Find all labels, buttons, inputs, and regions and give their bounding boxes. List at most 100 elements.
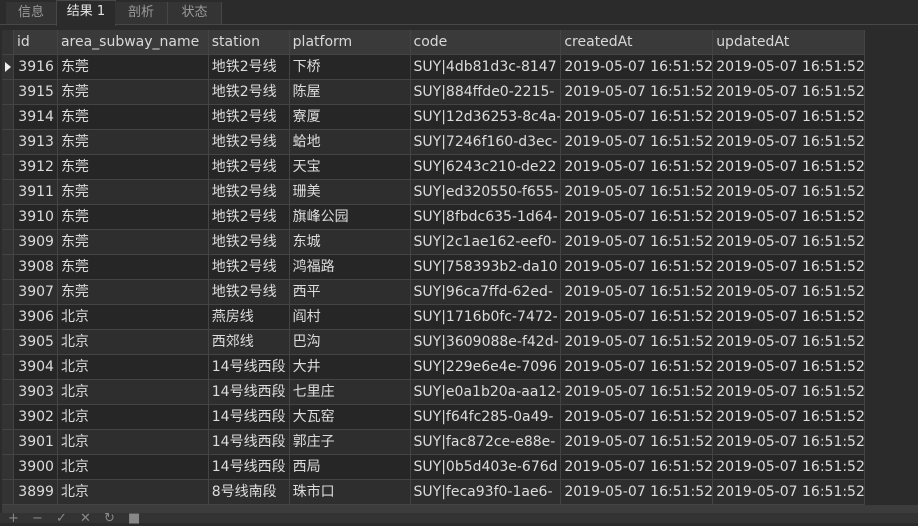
cell-code[interactable]: SUY|ed320550-f655-	[410, 180, 562, 205]
cell-code[interactable]: SUY|3609088e-f42d-	[410, 330, 562, 355]
cell-id[interactable]: 3911	[13, 180, 58, 205]
cell-id[interactable]: 3904	[13, 355, 58, 380]
cell-area-subway-name[interactable]: 北京	[57, 455, 209, 480]
cell-created-at[interactable]: 2019-05-07 16:51:52	[561, 255, 714, 280]
cell-created-at[interactable]: 2019-05-07 16:51:52	[561, 130, 714, 155]
row-indicator[interactable]	[2, 380, 14, 405]
cell-code[interactable]: SUY|2c1ae162-eef0-	[410, 230, 562, 255]
cell-station[interactable]: 14号线西段	[208, 405, 290, 430]
row-indicator[interactable]	[2, 355, 14, 380]
cell-area-subway-name[interactable]: 北京	[57, 430, 209, 455]
row-indicator[interactable]	[2, 330, 14, 355]
cell-area-subway-name[interactable]: 东莞	[57, 55, 209, 80]
table-row[interactable]: 3909 东莞 地铁2号线 东城 SUY|2c1ae162-eef0- 2019-05-0…	[2, 230, 866, 255]
cell-area-subway-name[interactable]: 东莞	[57, 80, 209, 105]
cell-code[interactable]: SUY|8fbdc635-1d64-	[410, 205, 562, 230]
cell-code[interactable]: SUY|884ffde0-2215-	[410, 80, 562, 105]
cell-created-at[interactable]: 2019-05-07 16:51:52	[561, 430, 714, 455]
cell-updated-at[interactable]: 2019-05-07 16:51:52	[713, 380, 866, 405]
cell-updated-at[interactable]: 2019-05-07 16:51:52	[713, 430, 866, 455]
row-indicator[interactable]	[2, 405, 14, 430]
table-row[interactable]: 3916 东莞 地铁2号线 下桥 SUY|4db81d3c-8147 2019-05-07…	[2, 55, 866, 80]
row-indicator[interactable]	[2, 80, 14, 105]
refresh-icon[interactable]: ↻	[104, 511, 115, 526]
cell-updated-at[interactable]: 2019-05-07 16:51:52	[713, 130, 866, 155]
cell-area-subway-name[interactable]: 东莞	[57, 155, 209, 180]
cell-created-at[interactable]: 2019-05-07 16:51:52	[561, 305, 714, 330]
cell-code[interactable]: SUY|96ca7ffd-62ed-	[410, 280, 562, 305]
cell-updated-at[interactable]: 2019-05-07 16:51:52	[713, 105, 866, 130]
row-indicator[interactable]	[2, 430, 14, 455]
table-row[interactable]: 3905 北京 西郊线 巴沟 SUY|3609088e-f42d- 2019-05-07 …	[2, 330, 866, 355]
table-row[interactable]: 3911 东莞 地铁2号线 珊美 SUY|ed320550-f655- 2019-05-0…	[2, 180, 866, 205]
cell-id[interactable]: 3903	[13, 380, 58, 405]
cell-platform[interactable]: 巴沟	[289, 330, 411, 355]
cell-station[interactable]: 地铁2号线	[208, 155, 290, 180]
cell-station[interactable]: 地铁2号线	[208, 55, 290, 80]
row-indicator[interactable]	[2, 130, 14, 155]
table-row[interactable]: 3900 北京 14号线西段 西局 SUY|0b5d403e-676d 2019-05-0…	[2, 455, 866, 480]
cell-area-subway-name[interactable]: 东莞	[57, 205, 209, 230]
cell-id[interactable]: 3900	[13, 455, 58, 480]
cell-id[interactable]: 3913	[13, 130, 58, 155]
tab-profile[interactable]: 剖析	[115, 2, 168, 24]
cell-area-subway-name[interactable]: 东莞	[57, 230, 209, 255]
table-row[interactable]: 3904 北京 14号线西段 大井 SUY|229e6e4e-7096 2019-05-0…	[2, 355, 866, 380]
table-row[interactable]: 3907 东莞 地铁2号线 西平 SUY|96ca7ffd-62ed- 2019-05-0…	[2, 280, 866, 305]
cell-station[interactable]: 地铁2号线	[208, 255, 290, 280]
cell-area-subway-name[interactable]: 北京	[57, 330, 209, 355]
cell-id[interactable]: 3914	[13, 105, 58, 130]
cell-station[interactable]: 地铁2号线	[208, 180, 290, 205]
cell-area-subway-name[interactable]: 北京	[57, 480, 209, 505]
row-indicator[interactable]	[2, 305, 14, 330]
tab-result-1[interactable]: 结果 1	[56, 0, 116, 26]
column-header-created-at[interactable]: createdAt	[561, 30, 714, 55]
cell-area-subway-name[interactable]: 东莞	[57, 180, 209, 205]
row-indicator[interactable]	[2, 230, 14, 255]
cell-platform[interactable]: 西局	[289, 455, 411, 480]
cell-platform[interactable]: 郭庄子	[289, 430, 411, 455]
cell-station[interactable]: 8号线南段	[208, 480, 290, 505]
cell-created-at[interactable]: 2019-05-07 16:51:52	[561, 405, 714, 430]
cell-updated-at[interactable]: 2019-05-07 16:51:52	[713, 305, 866, 330]
cell-station[interactable]: 14号线西段	[208, 430, 290, 455]
cell-id[interactable]: 3915	[13, 80, 58, 105]
cell-platform[interactable]: 鸿福路	[289, 255, 411, 280]
stop-icon[interactable]: ■	[128, 511, 140, 526]
cell-station[interactable]: 地铁2号线	[208, 130, 290, 155]
cell-platform[interactable]: 寮厦	[289, 105, 411, 130]
cell-id[interactable]: 3912	[13, 155, 58, 180]
cell-platform[interactable]: 旗峰公园	[289, 205, 411, 230]
cell-platform[interactable]: 珊美	[289, 180, 411, 205]
cell-station[interactable]: 地铁2号线	[208, 80, 290, 105]
cell-code[interactable]: SUY|fac872ce-e88e-	[410, 430, 562, 455]
cell-updated-at[interactable]: 2019-05-07 16:51:52	[713, 180, 866, 205]
cell-platform[interactable]: 下桥	[289, 55, 411, 80]
table-row[interactable]: 3912 东莞 地铁2号线 天宝 SUY|6243c210-de22 2019-05-07…	[2, 155, 866, 180]
cell-created-at[interactable]: 2019-05-07 16:51:52	[561, 230, 714, 255]
table-row[interactable]: 3914 东莞 地铁2号线 寮厦 SUY|12d36253-8c4a- 2019-05-0…	[2, 105, 866, 130]
cell-created-at[interactable]: 2019-05-07 16:51:52	[561, 205, 714, 230]
cell-platform[interactable]: 蛤地	[289, 130, 411, 155]
cell-platform[interactable]: 珠市口	[289, 480, 411, 505]
column-header-id[interactable]: id	[13, 30, 58, 55]
cell-code[interactable]: SUY|f64fc285-0a49-	[410, 405, 562, 430]
cell-code[interactable]: SUY|6243c210-de22	[410, 155, 562, 180]
column-header-updated-at[interactable]: updatedAt	[713, 30, 866, 55]
cell-updated-at[interactable]: 2019-05-07 16:51:52	[713, 405, 866, 430]
tab-info[interactable]: 信息	[6, 2, 57, 24]
row-indicator[interactable]	[2, 280, 14, 305]
table-row[interactable]: 3913 东莞 地铁2号线 蛤地 SUY|7246f160-d3ec- 2019-05-0…	[2, 130, 866, 155]
cell-code[interactable]: SUY|1716b0fc-7472-	[410, 305, 562, 330]
cell-updated-at[interactable]: 2019-05-07 16:51:52	[713, 230, 866, 255]
cell-code[interactable]: SUY|7246f160-d3ec-	[410, 130, 562, 155]
cell-updated-at[interactable]: 2019-05-07 16:51:52	[713, 205, 866, 230]
cell-code[interactable]: SUY|e0a1b20a-aa12-	[410, 380, 562, 405]
table-row[interactable]: 3902 北京 14号线西段 大瓦窑 SUY|f64fc285-0a49- 2019-05…	[2, 405, 866, 430]
cell-updated-at[interactable]: 2019-05-07 16:51:52	[713, 80, 866, 105]
cell-platform[interactable]: 陈屋	[289, 80, 411, 105]
cell-created-at[interactable]: 2019-05-07 16:51:52	[561, 330, 714, 355]
cell-id[interactable]: 3902	[13, 405, 58, 430]
row-indicator[interactable]	[2, 155, 14, 180]
cell-updated-at[interactable]: 2019-05-07 16:51:52	[713, 455, 866, 480]
